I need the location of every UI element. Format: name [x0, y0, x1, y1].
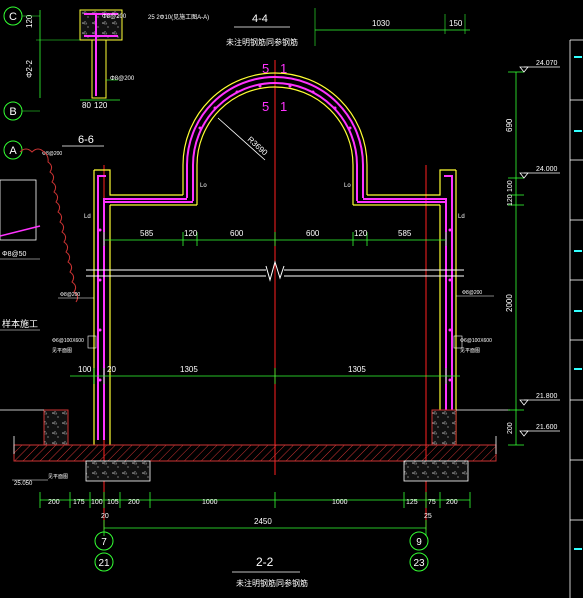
elevation-2: 24.000: [536, 166, 558, 173]
title-block-edge: [569, 39, 583, 598]
mid-dim-3: 1305: [180, 365, 198, 374]
cad-drawing-canvas: 120 Φ2-2 80 120 Φ8@200 25 2Φ10(见施工图A-A) …: [0, 6, 583, 598]
note-left-col-9: 见平面图: [52, 348, 72, 354]
mid-dim-2: 20: [107, 365, 116, 374]
span-dim-1: 585: [140, 229, 154, 238]
elevation-1: 24.070: [536, 60, 558, 67]
section-mark-bottom-sub: 1: [280, 99, 287, 114]
section-title-2-2: 2-2: [256, 555, 274, 569]
span-dim-4: 600: [306, 229, 320, 238]
left-footing: [85, 460, 151, 482]
right-dim-4: 2000: [505, 294, 514, 312]
bottom-dim-9: 75: [428, 499, 436, 506]
mid-dim-1: 100: [78, 365, 92, 374]
note-left-5: Φ8@50: [2, 251, 26, 258]
span-dim-6: 585: [398, 229, 412, 238]
elevation-4: 21.600: [536, 424, 558, 431]
right-dim-3: 120: [507, 194, 514, 206]
svg-text:23: 23: [413, 558, 425, 569]
bottom-dim-4: 105: [107, 499, 119, 506]
span-dimension-line: [103, 232, 447, 246]
detail-dim-d: Φ2-2: [25, 60, 34, 78]
note-right-col-8: Φ6@100X600: [460, 338, 492, 344]
revision-cloud: [0, 148, 79, 303]
offset-label-left: 20: [101, 513, 109, 520]
note-right-col-1: Φ8@200: [462, 290, 482, 296]
bottom-dim-8: 125: [406, 499, 418, 506]
axis-bubble-b: B: [3, 101, 23, 121]
section-title-4-4: 4-4: [252, 13, 268, 25]
svg-text:A: A: [9, 145, 17, 157]
section-mark-bottom: 5: [262, 99, 269, 114]
title-block-marks: [574, 56, 582, 550]
offset-label-right: 25: [424, 513, 432, 520]
detail-dim-c: 120: [94, 101, 108, 110]
span-dim-5: 120: [354, 229, 368, 238]
note-6-6-sub: Φ8@200: [42, 151, 62, 157]
mid-dimension-line: [70, 368, 460, 384]
right-pier: [431, 409, 457, 446]
bottom-dim-6: 1000: [202, 499, 218, 506]
top-dim-1: 1030: [372, 19, 390, 28]
note-detail-2: Φ8@200: [110, 76, 135, 82]
mid-dim-4: 1305: [348, 365, 366, 374]
elevation-3: 21.800: [536, 393, 558, 400]
ld-label-right: Ld: [458, 214, 465, 220]
note-footing: 见平面图: [48, 474, 68, 480]
detail-dim-b: 80: [82, 101, 91, 110]
bottom-dim-7: 1000: [332, 499, 348, 506]
span-dim-2: 120: [184, 229, 198, 238]
bottom-dim-10: 200: [446, 499, 458, 506]
bottom-dim-2: 175: [73, 499, 85, 506]
note-top-10: 25 2Φ10(见施工图A-A): [148, 13, 209, 21]
note-top-1: Φ8@200: [102, 14, 127, 20]
right-dim-5: 200: [507, 422, 514, 434]
ld-label-left: Ld: [84, 214, 91, 220]
bottom-dim-5: 200: [128, 499, 140, 506]
svg-text:B: B: [9, 106, 16, 118]
detail-4-4: [36, 9, 123, 101]
total-dim: 2450: [254, 517, 272, 526]
axis-bubble-c: C: [3, 6, 23, 26]
section-subtitle-4-4: 未注明钢筋同参钢筋: [226, 37, 298, 47]
elevation-markers: [519, 66, 560, 437]
axis-bubble-a: A: [3, 140, 23, 160]
note-left-col-1: Φ8@200: [60, 292, 80, 298]
left-elevation: 25.050: [14, 481, 33, 487]
bottom-dim-3: 100: [91, 499, 103, 506]
note-left-col-7: Φ6@100X600: [52, 338, 84, 344]
svg-text:C: C: [9, 11, 17, 23]
axis-bubble-7: 7 21: [94, 531, 114, 572]
svg-text:7: 7: [101, 537, 107, 548]
right-dim-2: 100: [507, 180, 514, 192]
svg-text:21: 21: [98, 558, 110, 569]
lo-label-left: Lo: [200, 183, 207, 189]
axis-bubble-9: 9 23: [409, 531, 429, 572]
bottom-dim-1: 200: [48, 499, 60, 506]
left-pier: [43, 409, 69, 446]
right-dim-1: 690: [505, 118, 514, 132]
section-title-6-6: 6-6: [78, 134, 94, 146]
note-left-6: 样本施工: [2, 318, 38, 329]
ground-slab: [13, 444, 497, 462]
span-dim-3: 600: [230, 229, 244, 238]
right-footing: [403, 460, 469, 482]
note-right-col-9: 见平面图: [460, 348, 480, 354]
top-dim-2: 150: [449, 19, 463, 28]
section-subtitle-2-2: 未注明钢筋同参钢筋: [236, 578, 308, 588]
lo-label-right: Lo: [344, 183, 351, 189]
svg-text:9: 9: [416, 537, 422, 548]
